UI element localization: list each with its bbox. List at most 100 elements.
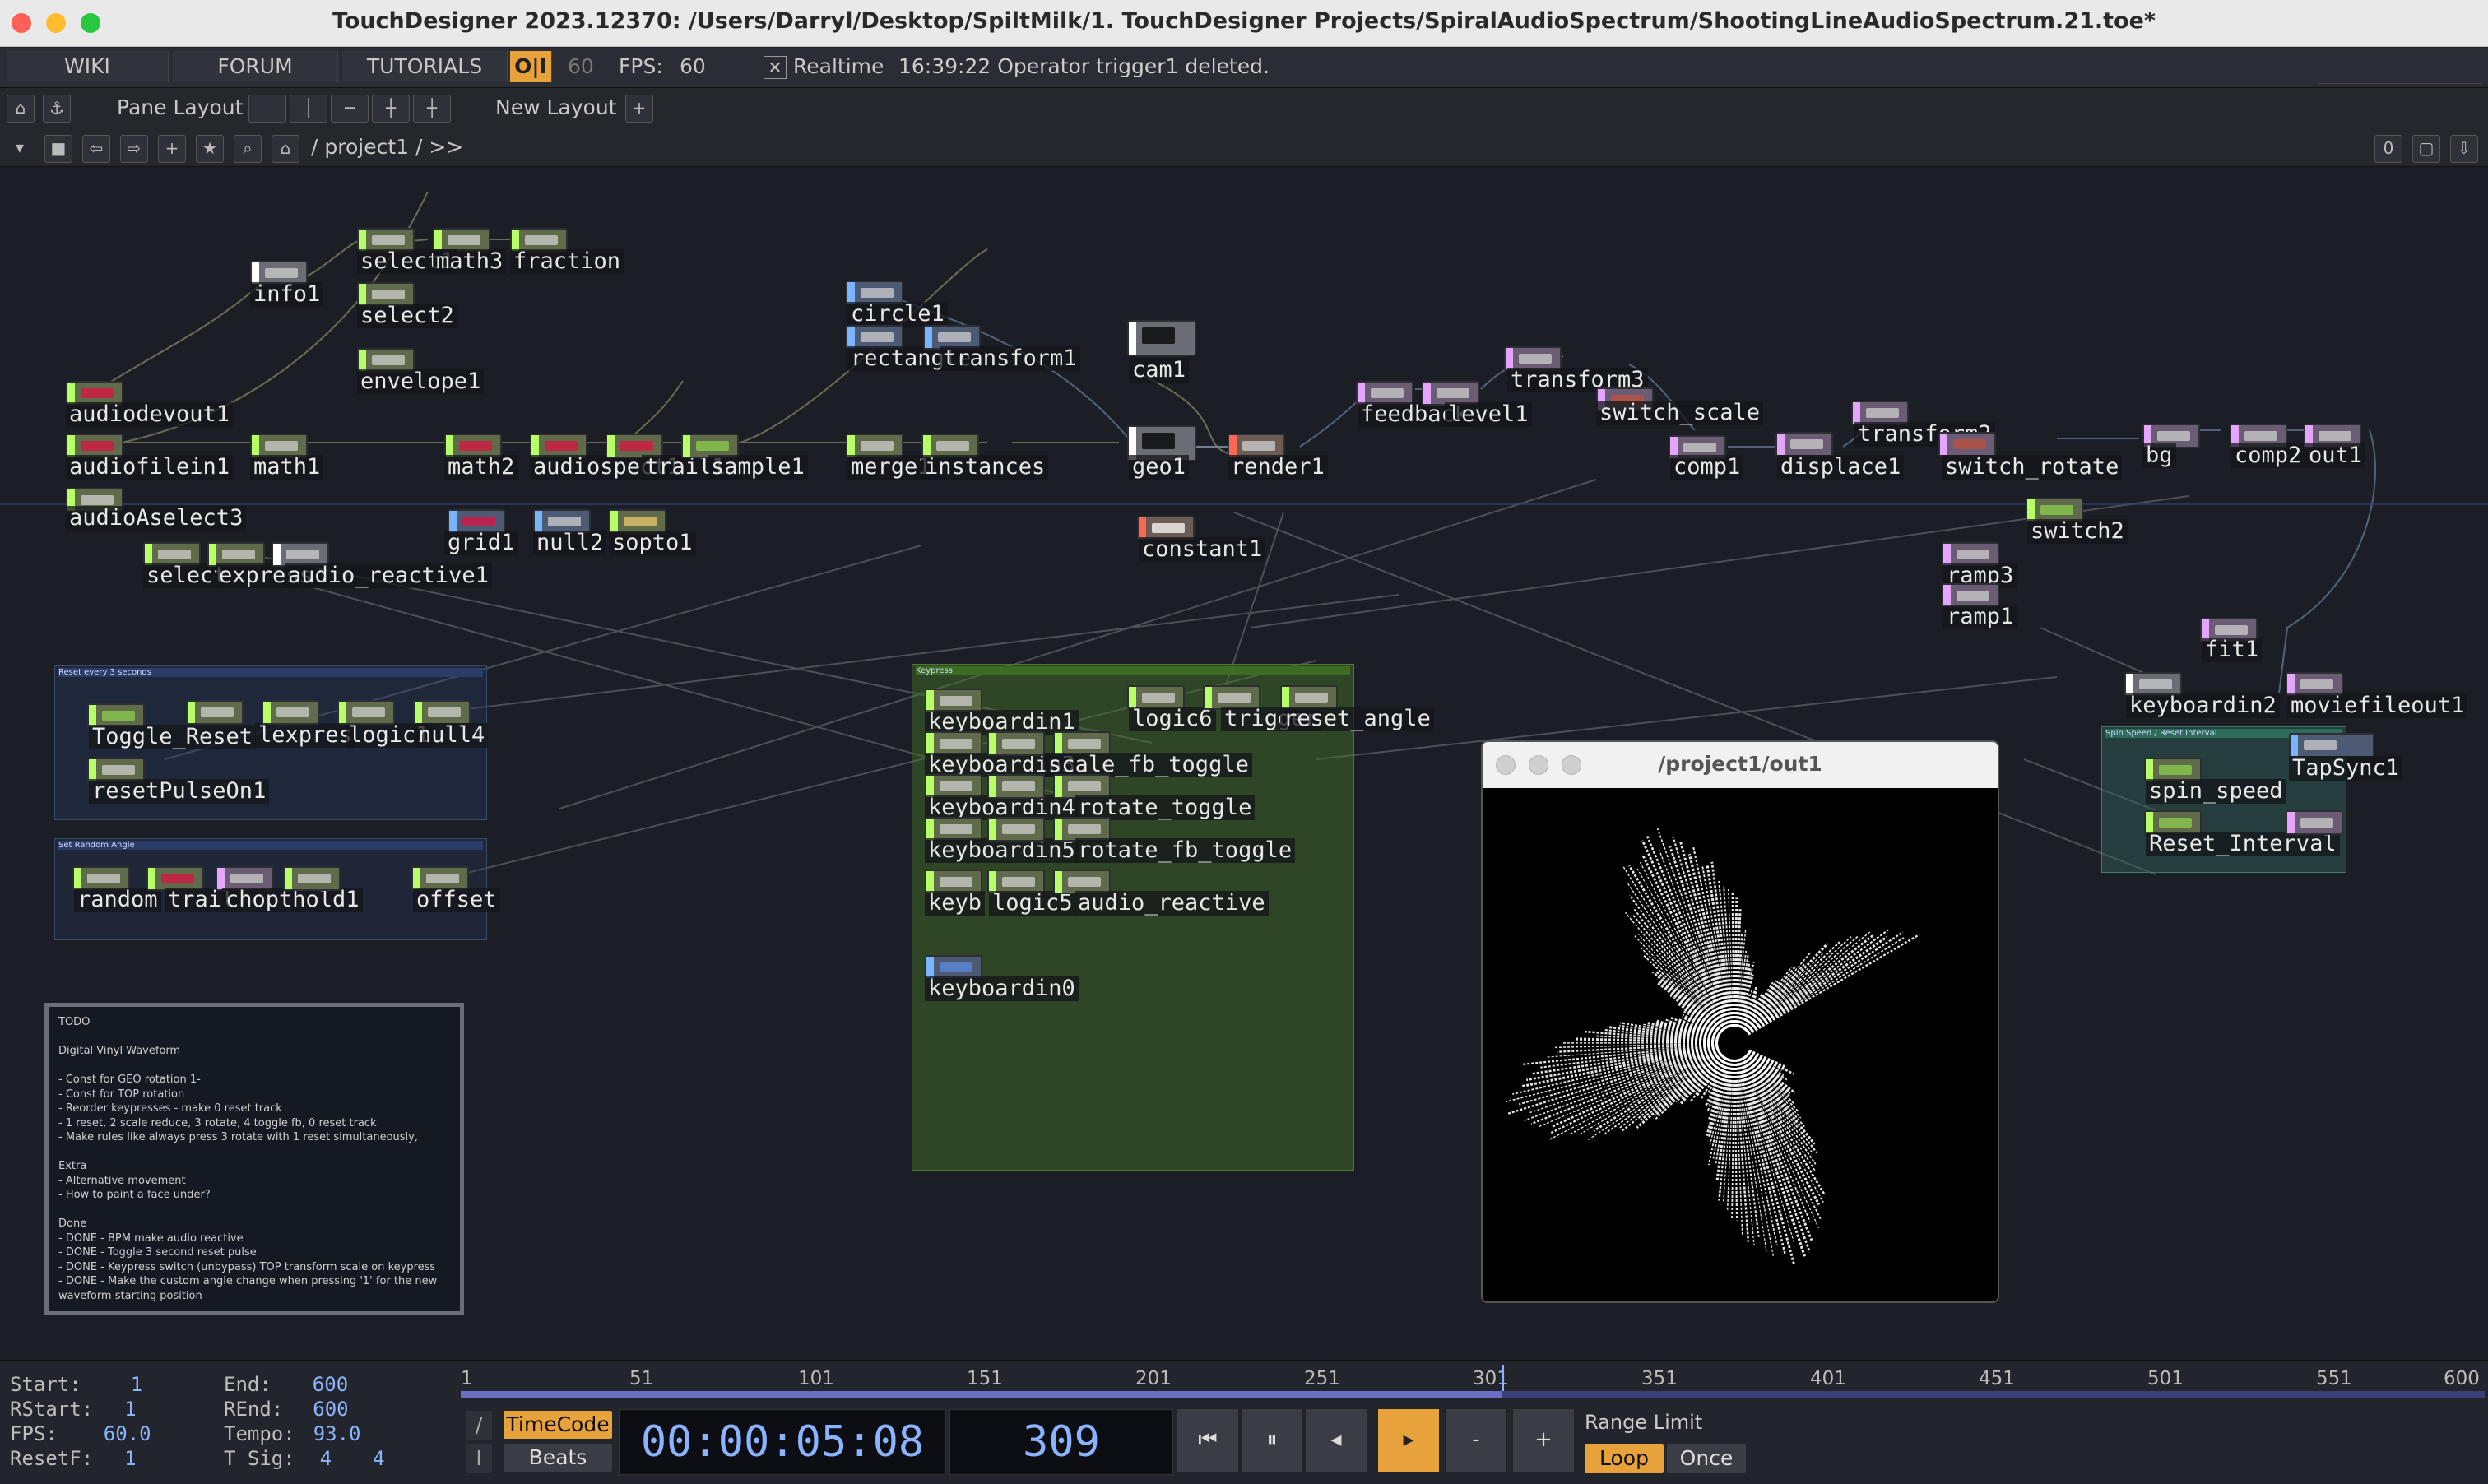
timeline-track[interactable] <box>461 1391 2485 1398</box>
download-icon[interactable]: ⇩ <box>2450 135 2478 163</box>
node-label: math1 <box>250 455 323 480</box>
spectrum-line <box>1594 1052 1720 1131</box>
wiki-button[interactable]: WIKI <box>7 51 169 82</box>
tempo-field[interactable]: Tempo:93.0 <box>224 1422 361 1445</box>
realtime-label: Realtime <box>793 51 884 82</box>
node-displace1[interactable] <box>1775 432 1833 457</box>
node-label: envelope1 <box>357 369 484 394</box>
realtime-checkbox[interactable]: ✕ <box>764 56 787 79</box>
node-label: ramp1 <box>1943 605 2017 629</box>
node-cam1[interactable] <box>1127 320 1196 356</box>
start-field[interactable]: Start:1 <box>10 1373 142 1396</box>
spectrum-line <box>1745 944 1827 1031</box>
io-toggle[interactable]: I <box>466 1444 492 1473</box>
fps-field[interactable]: FPS:60.0 <box>10 1422 151 1445</box>
step-back-button[interactable]: ◂ <box>1305 1408 1367 1472</box>
anchor-icon[interactable]: ⚓ <box>43 95 71 123</box>
forward-icon[interactable]: ⇨ <box>120 135 148 163</box>
pane-layout-label: Pane Layout <box>117 92 243 123</box>
pause-button[interactable]: ⏸ <box>1241 1408 1303 1472</box>
node-logic1b[interactable] <box>337 700 395 725</box>
node-hold1[interactable] <box>283 866 341 891</box>
spectrum-line <box>1736 1060 1758 1237</box>
home-icon[interactable]: ⌂ <box>272 135 299 163</box>
panel-icon[interactable]: ⌂ <box>7 95 35 123</box>
resetf-field[interactable]: ResetF:1 <box>10 1447 137 1470</box>
node-label: level1 <box>1445 402 1532 427</box>
star-icon[interactable]: ★ <box>196 135 224 163</box>
stop-icon[interactable]: ■ <box>44 135 72 163</box>
forum-button[interactable]: FORUM <box>173 51 338 82</box>
node-label: math3 <box>433 249 506 274</box>
reset-every-box-title: Reset every 3 seconds <box>58 668 483 677</box>
layout-quad-button[interactable]: ┼ <box>372 95 410 123</box>
node-label: sample1 <box>708 455 808 480</box>
spectrum-line <box>1702 865 1731 1027</box>
node-null4[interactable] <box>413 700 471 725</box>
layout-single-button[interactable] <box>248 95 286 123</box>
node-logic1[interactable] <box>262 700 319 725</box>
window-title: TouchDesigner 2023.12370: /Users/Darryl/… <box>0 8 2488 34</box>
timecode-button[interactable]: TimeCode <box>504 1411 612 1439</box>
frame-display[interactable]: 309 <box>949 1409 1173 1475</box>
layout-triple-button[interactable]: ┼ <box>413 95 451 123</box>
node-k4b[interactable] <box>987 774 1045 799</box>
rend-field[interactable]: REnd:600 <box>224 1398 349 1421</box>
ruler-tick: 251 <box>1304 1368 1340 1389</box>
node-k3b[interactable] <box>987 731 1045 756</box>
node-label: keyboardin5 <box>925 838 1079 863</box>
node-label: comp2 <box>2231 443 2305 468</box>
node-switch-rotate[interactable] <box>1938 432 1996 457</box>
spectrum-line <box>1519 1048 1719 1105</box>
end-field[interactable]: End:600 <box>224 1373 348 1396</box>
loop-button[interactable]: Loop <box>1585 1444 1664 1473</box>
oi-toggle-button[interactable]: O|I <box>510 51 552 82</box>
skip-to-start-button[interactable]: ⏮ <box>1177 1408 1239 1472</box>
timeline-ruler[interactable]: 151101151201251301351401451501551600 <box>461 1365 2485 1394</box>
timecode-display[interactable]: 00:00:05:08 <box>619 1409 946 1475</box>
top-menubar: WIKI FORUM TUTORIALS O|I 60 FPS: 60 ✕ Re… <box>0 48 2488 88</box>
tutorials-button[interactable]: TUTORIALS <box>342 51 508 82</box>
network-editor[interactable]: Reset every 3 seconds Set Random Angle K… <box>0 167 2488 1360</box>
node-tapsync1[interactable] <box>2289 733 2374 758</box>
slash-toggle[interactable]: / <box>466 1411 492 1440</box>
add-layout-button[interactable]: + <box>625 95 653 123</box>
layout-split-v-button[interactable]: │ <box>290 95 327 123</box>
speed-down-button[interactable]: - <box>1445 1408 1507 1472</box>
node-lexpres[interactable] <box>186 700 244 725</box>
beats-button[interactable]: Beats <box>504 1444 612 1472</box>
playhead[interactable] <box>1502 1365 1504 1393</box>
network-path[interactable]: / project1 / >> <box>311 132 463 163</box>
node-label: lexpres <box>255 723 355 748</box>
spectrum-line <box>1642 855 1727 1028</box>
node-k5b[interactable] <box>987 817 1045 842</box>
tsig-field[interactable]: T Sig:44 <box>224 1447 385 1470</box>
add-icon[interactable]: + <box>158 135 186 163</box>
spectrum-line <box>1732 1060 1734 1218</box>
chevron-down-icon[interactable]: ▾ <box>7 135 33 161</box>
layout-split-h-button[interactable]: ─ <box>331 95 369 123</box>
node-label: instances <box>921 455 1048 480</box>
node-label: switch2 <box>2027 519 2128 544</box>
ruler-tick: 201 <box>1135 1368 1172 1389</box>
back-icon[interactable]: ⇦ <box>82 135 110 163</box>
node-misc[interactable] <box>2286 810 2343 835</box>
node-label: moviefileout1 <box>2287 693 2467 718</box>
search-field[interactable] <box>2319 53 2481 84</box>
spectrum-line <box>1733 893 1734 1027</box>
spectrum-line <box>1638 934 1724 1030</box>
once-button[interactable]: Once <box>1667 1444 1746 1473</box>
rstart-field[interactable]: RStart:1 <box>10 1398 137 1421</box>
new-layout-label[interactable]: New Layout <box>495 92 616 123</box>
node-label: audio_reactive1 <box>285 563 492 588</box>
viewer-toggle-icon[interactable]: ▢ <box>2412 135 2440 163</box>
node-label: circle1 <box>847 302 948 327</box>
search-icon[interactable]: ⌕ <box>234 135 262 163</box>
todo-note[interactable]: TODO Digital Vinyl Waveform - Const for … <box>44 1003 464 1315</box>
play-button[interactable]: ▸ <box>1377 1408 1440 1472</box>
set-random-box-title: Set Random Angle <box>58 841 483 850</box>
playhead-fill <box>461 1391 1502 1398</box>
output-viewer-window[interactable]: /project1/out1 <box>1481 740 1999 1303</box>
node-label: switch_scale <box>1596 401 1763 425</box>
speed-up-button[interactable]: + <box>1512 1408 1575 1472</box>
